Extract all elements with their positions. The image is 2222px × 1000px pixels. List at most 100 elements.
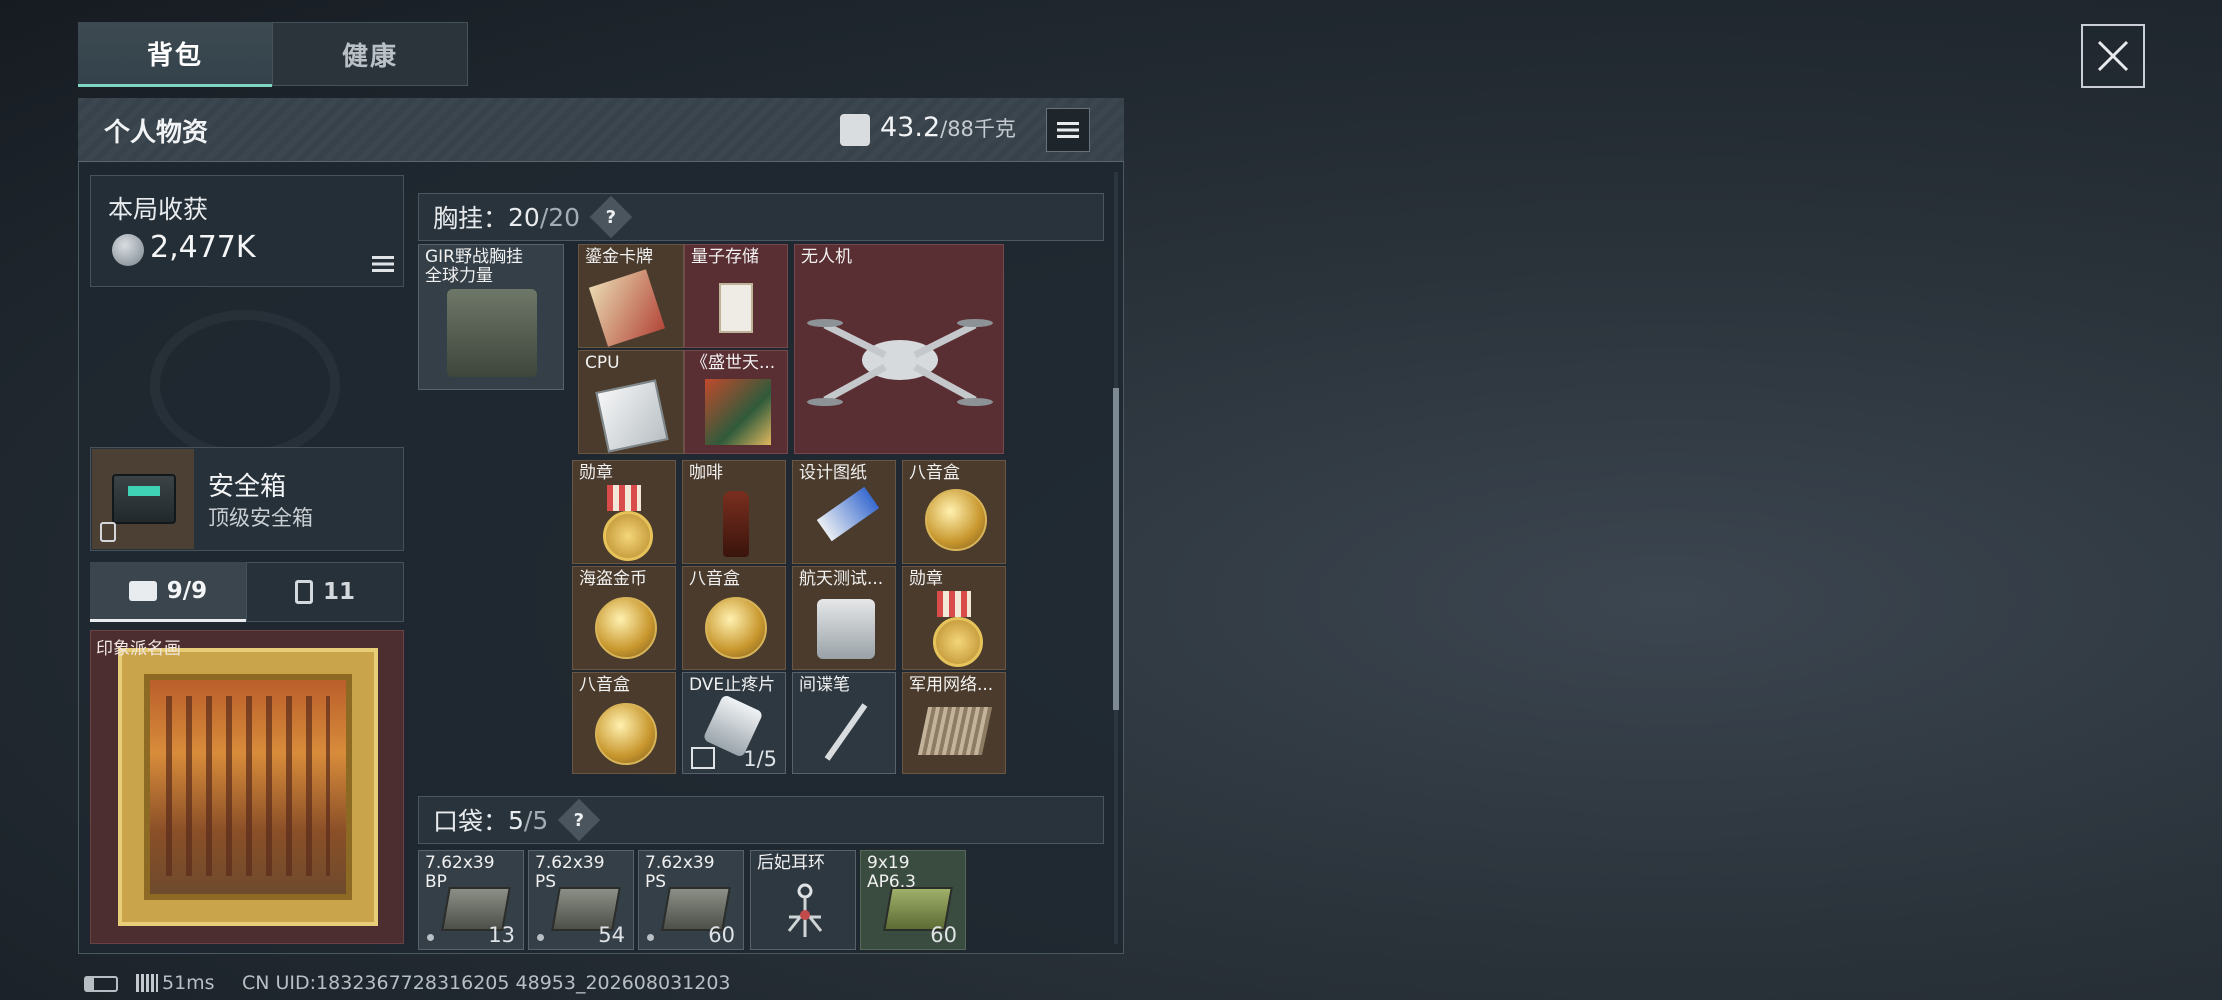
no-stack-icon bbox=[691, 747, 715, 769]
item-slot-7[interactable]: 设计图纸 bbox=[792, 460, 896, 564]
item-slot-2[interactable]: 无人机 bbox=[794, 244, 1004, 454]
item-slot-9[interactable]: 海盗金币 bbox=[572, 566, 676, 670]
gain-list-icon[interactable] bbox=[372, 256, 394, 272]
tab-bag[interactable]: 11 bbox=[246, 562, 404, 622]
help-icon: ? bbox=[574, 809, 585, 831]
item-name: 间谍笔 bbox=[799, 675, 850, 695]
pocket-max: /5 bbox=[523, 805, 549, 835]
item-slot-14[interactable]: DVE止疼片 1/5 bbox=[682, 672, 786, 774]
medal-ribbon-icon bbox=[937, 591, 971, 617]
safe-box-subtitle: 顶级安全箱 bbox=[208, 506, 313, 530]
weight-current: 43.2 bbox=[880, 112, 941, 143]
item-name: 海盗金币 bbox=[579, 569, 647, 589]
coin-icon bbox=[112, 234, 144, 266]
ammo-caliber: 9x19 bbox=[867, 853, 910, 873]
rig-name: GIR野战胸挂 全球力量 bbox=[425, 248, 523, 286]
rig-name-line2: 全球力量 bbox=[425, 266, 493, 286]
help-icon: ? bbox=[605, 206, 617, 228]
usb-drive-icon bbox=[719, 283, 753, 333]
gain-value: 2,477K bbox=[150, 230, 256, 265]
status-dot bbox=[647, 934, 654, 941]
battery-icon bbox=[84, 976, 118, 992]
card-icon bbox=[588, 269, 666, 347]
item-slot-5[interactable]: 勋章 bbox=[572, 460, 676, 564]
pocket-slot-0[interactable]: 7.62x39 BP 13 bbox=[418, 850, 524, 950]
chest-rig-icon bbox=[447, 289, 537, 377]
item-slot-1[interactable]: 量子存储 bbox=[684, 244, 788, 348]
medal-icon bbox=[603, 511, 653, 561]
rig-name-line1: GIR野战胸挂 bbox=[425, 247, 523, 267]
ammo-caliber: 7.62x39 bbox=[535, 853, 605, 873]
music-box-icon bbox=[925, 489, 987, 551]
item-name: 咖啡 bbox=[689, 463, 723, 483]
tab-health[interactable]: 健康 bbox=[272, 22, 468, 86]
panel-menu-button[interactable] bbox=[1046, 108, 1090, 152]
album-icon bbox=[705, 379, 771, 445]
item-slot-13[interactable]: 八音盒 bbox=[572, 672, 676, 774]
item-slot-12[interactable]: 勋章 bbox=[902, 566, 1006, 670]
item-name: 军用网络... bbox=[909, 675, 994, 695]
item-slot-16[interactable]: 军用网络... bbox=[902, 672, 1006, 774]
status-dot bbox=[537, 934, 544, 941]
uid-text: CN UID:1832367728316205 48953_2026080312… bbox=[242, 972, 731, 994]
safe-box-name: 安全箱 bbox=[208, 472, 287, 502]
pocket-slot-2[interactable]: 7.62x39 PS 60 bbox=[638, 850, 744, 950]
item-slot-11[interactable]: 航天测试... bbox=[792, 566, 896, 670]
scrollbar-thumb[interactable] bbox=[1113, 388, 1119, 710]
chest-max: /20 bbox=[539, 202, 581, 232]
item-name: 后妃耳环 bbox=[757, 853, 825, 873]
medal-icon bbox=[933, 617, 983, 667]
ammo-type: PS bbox=[645, 872, 667, 892]
weight-max: /88千克 bbox=[940, 117, 1016, 141]
aerospace-device-icon bbox=[817, 599, 875, 659]
item-name: 量子存储 bbox=[691, 247, 759, 267]
item-name: 无人机 bbox=[801, 247, 852, 267]
drone-icon bbox=[807, 319, 993, 406]
pocket-help-button[interactable]: ? bbox=[558, 798, 601, 842]
tab-safe-case[interactable]: 9/9 bbox=[90, 562, 246, 622]
gain-title: 本局收获 bbox=[108, 195, 209, 224]
close-button[interactable] bbox=[2081, 24, 2145, 88]
tab-backpack[interactable]: 背包 bbox=[78, 22, 272, 87]
music-box-icon bbox=[595, 703, 657, 765]
ammo-type: BP bbox=[425, 872, 447, 892]
item-slot-0[interactable]: 鎏金卡牌 bbox=[578, 244, 684, 348]
pocket-slot-1[interactable]: 7.62x39 PS 54 bbox=[528, 850, 634, 950]
item-slot-10[interactable]: 八音盒 bbox=[682, 566, 786, 670]
item-name: 《盛世天... bbox=[691, 353, 776, 373]
item-count: 13 bbox=[488, 923, 515, 947]
chest-rig-slot[interactable]: GIR野战胸挂 全球力量 bbox=[418, 244, 564, 390]
item-count: 1/5 bbox=[743, 747, 777, 771]
lock-icon bbox=[100, 522, 116, 542]
item-name: CPU bbox=[585, 353, 620, 373]
pocket-slot-4[interactable]: 9x19 AP6.3 60 bbox=[860, 850, 966, 950]
ammo-type: PS bbox=[535, 872, 557, 892]
blueprint-icon bbox=[816, 486, 880, 542]
item-name: 勋章 bbox=[579, 463, 613, 483]
chest-label: 胸挂： bbox=[433, 204, 509, 233]
item-slot-3[interactable]: CPU bbox=[578, 350, 684, 454]
pocket-slot-3[interactable]: 后妃耳环 bbox=[750, 850, 856, 950]
pirate-coin-icon bbox=[595, 597, 657, 659]
pocket-count: 5 bbox=[508, 805, 524, 835]
chest-help-button[interactable]: ? bbox=[589, 195, 633, 239]
item-slot-4[interactable]: 《盛世天... bbox=[684, 350, 788, 454]
weight-readout: 43.2/88千克 bbox=[880, 112, 1016, 143]
weight-icon bbox=[840, 114, 870, 146]
item-count: 60 bbox=[708, 923, 735, 947]
item-slot-6[interactable]: 咖啡 bbox=[682, 460, 786, 564]
item-name: 八音盒 bbox=[579, 675, 630, 695]
network-device-icon bbox=[917, 707, 993, 755]
safe-box-stripe bbox=[128, 486, 160, 496]
item-name: 八音盒 bbox=[689, 569, 740, 589]
medal-ribbon-icon bbox=[607, 485, 641, 511]
coffee-bottle-icon bbox=[723, 491, 749, 557]
item-name: 航天测试... bbox=[799, 569, 884, 589]
earring-icon bbox=[787, 883, 823, 937]
chest-count: 20 bbox=[508, 202, 540, 232]
item-slot-15[interactable]: 间谍笔 bbox=[792, 672, 896, 774]
item-slot-8[interactable]: 八音盒 bbox=[902, 460, 1006, 564]
case-count: 9/9 bbox=[166, 577, 208, 604]
item-count: 60 bbox=[930, 923, 957, 947]
chest-rig-header: 胸挂： 20/20 ? bbox=[418, 193, 1104, 241]
